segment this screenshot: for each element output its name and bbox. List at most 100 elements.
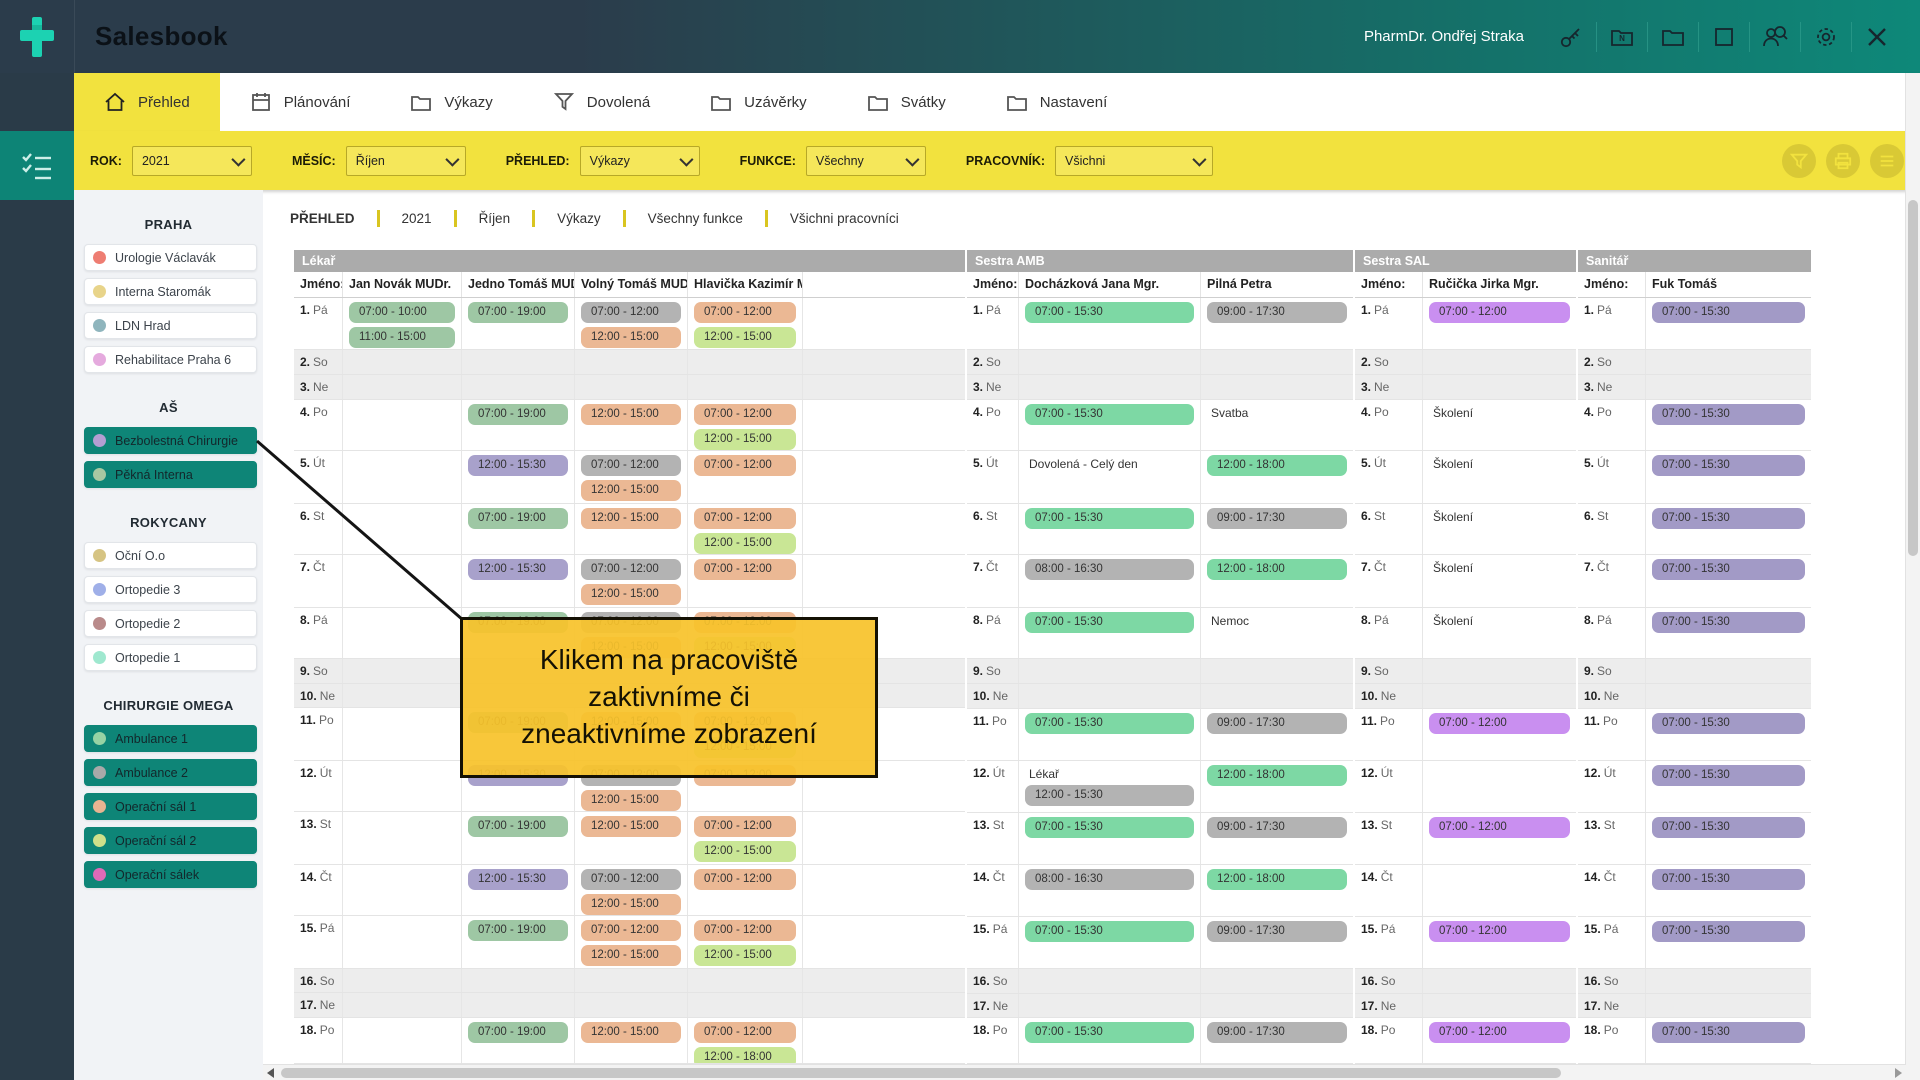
shift-chip[interactable]: 12:00 - 15:00 bbox=[694, 533, 796, 554]
shift-chip[interactable]: 07:00 - 12:00 bbox=[1429, 302, 1570, 323]
frame-icon[interactable] bbox=[1709, 22, 1739, 52]
shift-chip[interactable]: 12:00 - 15:00 bbox=[694, 841, 796, 862]
shift-chip[interactable]: 07:00 - 12:00 bbox=[694, 404, 796, 425]
shift-chip[interactable]: 12:00 - 15:00 bbox=[581, 327, 681, 348]
shift-chip[interactable]: 07:00 - 19:00 bbox=[468, 1022, 568, 1043]
shift-chip[interactable]: 07:00 - 10:00 bbox=[349, 302, 455, 323]
filter-select-mesic[interactable]: Říjen bbox=[346, 146, 466, 176]
shift-chip[interactable]: 07:00 - 15:30 bbox=[1025, 921, 1194, 942]
shift-chip[interactable]: 12:00 - 15:00 bbox=[694, 945, 796, 966]
filter-icon[interactable] bbox=[1782, 144, 1816, 178]
shift-chip[interactable]: 07:00 - 15:30 bbox=[1652, 869, 1805, 890]
shift-chip[interactable]: 07:00 - 15:30 bbox=[1025, 817, 1194, 838]
menu-icon[interactable] bbox=[1870, 144, 1904, 178]
shift-chip[interactable]: 07:00 - 12:00 bbox=[1429, 713, 1570, 734]
sidebar-item-ambulance-1[interactable]: Ambulance 1 bbox=[84, 725, 257, 752]
shift-chip[interactable]: 12:00 - 15:30 bbox=[1025, 785, 1194, 806]
shift-chip[interactable]: 07:00 - 15:30 bbox=[1652, 612, 1805, 633]
shift-chip[interactable]: 12:00 - 15:00 bbox=[581, 1022, 681, 1043]
shift-chip[interactable]: 12:00 - 15:00 bbox=[581, 584, 681, 605]
shift-chip[interactable]: 12:00 - 18:00 bbox=[1207, 559, 1347, 580]
shift-chip[interactable]: 07:00 - 12:00 bbox=[581, 455, 681, 476]
shift-chip[interactable]: 07:00 - 19:00 bbox=[468, 404, 568, 425]
user-search-icon[interactable] bbox=[1760, 22, 1790, 52]
shift-chip[interactable]: 12:00 - 15:00 bbox=[581, 508, 681, 529]
shift-chip[interactable]: 07:00 - 19:00 bbox=[468, 920, 568, 941]
filter-select-rok[interactable]: 2021 bbox=[132, 146, 252, 176]
checklist-icon[interactable] bbox=[0, 131, 74, 200]
shift-chip[interactable]: 12:00 - 15:00 bbox=[581, 404, 681, 425]
filter-select-funkce[interactable]: Všechny bbox=[806, 146, 926, 176]
shift-chip[interactable]: 07:00 - 15:30 bbox=[1652, 508, 1805, 529]
shift-chip[interactable]: 07:00 - 15:30 bbox=[1025, 612, 1194, 633]
shift-chip[interactable]: 07:00 - 12:00 bbox=[694, 559, 796, 580]
shift-chip[interactable]: 07:00 - 15:30 bbox=[1652, 455, 1805, 476]
sidebar-item-operacni-sal-1[interactable]: Operační sál 1 bbox=[84, 793, 257, 820]
tab-planovani[interactable]: Plánování bbox=[220, 73, 381, 131]
shift-chip[interactable]: 09:00 - 17:30 bbox=[1207, 817, 1347, 838]
shift-chip[interactable]: 07:00 - 19:00 bbox=[468, 302, 568, 323]
shift-chip[interactable]: 07:00 - 12:00 bbox=[581, 920, 681, 941]
shift-chip[interactable]: 07:00 - 15:30 bbox=[1652, 921, 1805, 942]
horizontal-scrollbar-thumb[interactable] bbox=[281, 1068, 1561, 1078]
shift-chip[interactable]: 12:00 - 15:00 bbox=[694, 429, 796, 450]
shift-chip[interactable]: 07:00 - 15:30 bbox=[1025, 508, 1194, 529]
sidebar-item-operacni-salek[interactable]: Operační sálek bbox=[84, 861, 257, 888]
vertical-scrollbar-thumb[interactable] bbox=[1908, 200, 1918, 556]
shift-chip[interactable]: 07:00 - 12:00 bbox=[581, 559, 681, 580]
shift-chip[interactable]: 07:00 - 15:30 bbox=[1025, 1022, 1194, 1043]
shift-chip[interactable]: 07:00 - 12:00 bbox=[694, 920, 796, 941]
tab-vykazy[interactable]: Výkazy bbox=[380, 73, 522, 131]
shift-chip[interactable]: 12:00 - 15:00 bbox=[694, 327, 796, 348]
shift-chip[interactable]: 07:00 - 15:30 bbox=[1652, 302, 1805, 323]
sidebar-item-ambulance-2[interactable]: Ambulance 2 bbox=[84, 759, 257, 786]
sidebar-item-bezbolestna-chirurgie[interactable]: Bezbolestná Chirurgie bbox=[84, 427, 257, 454]
shift-chip[interactable]: 12:00 - 15:00 bbox=[581, 894, 681, 915]
shift-chip[interactable]: 12:00 - 18:00 bbox=[694, 1047, 796, 1063]
shift-chip[interactable]: 12:00 - 15:30 bbox=[468, 869, 568, 890]
tab-svatky[interactable]: Svátky bbox=[837, 73, 976, 131]
shift-chip[interactable]: 07:00 - 12:00 bbox=[694, 816, 796, 837]
sidebar-item-operacni-sal-2[interactable]: Operační sál 2 bbox=[84, 827, 257, 854]
close-icon[interactable] bbox=[1862, 22, 1892, 52]
shift-chip[interactable]: 07:00 - 12:00 bbox=[694, 1022, 796, 1043]
sidebar-item-urologie-vaclavak[interactable]: Urologie Václavák bbox=[84, 244, 257, 271]
shift-chip[interactable]: 07:00 - 12:00 bbox=[1429, 921, 1570, 942]
shift-chip[interactable]: 07:00 - 15:30 bbox=[1652, 559, 1805, 580]
folder-n-icon[interactable]: N bbox=[1607, 22, 1637, 52]
shift-chip[interactable]: 08:00 - 16:30 bbox=[1025, 559, 1194, 580]
shift-chip[interactable]: 09:00 - 17:30 bbox=[1207, 508, 1347, 529]
settings-icon[interactable] bbox=[1811, 22, 1841, 52]
scroll-right-arrow[interactable] bbox=[1895, 1068, 1902, 1078]
shift-chip[interactable]: 07:00 - 15:30 bbox=[1652, 1022, 1805, 1043]
shift-chip[interactable]: 07:00 - 15:30 bbox=[1652, 765, 1805, 786]
shift-chip[interactable]: 07:00 - 12:00 bbox=[694, 455, 796, 476]
sidebar-item-ocni-o-o[interactable]: Oční O.o bbox=[84, 542, 257, 569]
shift-chip[interactable]: 12:00 - 15:30 bbox=[468, 559, 568, 580]
shift-chip[interactable]: 07:00 - 12:00 bbox=[1429, 1022, 1570, 1043]
sidebar-item-ortopedie-1[interactable]: Ortopedie 1 bbox=[84, 644, 257, 671]
shift-chip[interactable]: 12:00 - 18:00 bbox=[1207, 455, 1347, 476]
shift-chip[interactable]: 12:00 - 18:00 bbox=[1207, 765, 1347, 786]
shift-chip[interactable]: 09:00 - 17:30 bbox=[1207, 1022, 1347, 1043]
shift-chip[interactable]: 07:00 - 19:00 bbox=[468, 816, 568, 837]
shift-chip[interactable]: 07:00 - 15:30 bbox=[1652, 713, 1805, 734]
shift-chip[interactable]: 12:00 - 15:00 bbox=[581, 790, 681, 811]
sidebar-item-ortopedie-3[interactable]: Ortopedie 3 bbox=[84, 576, 257, 603]
key-icon[interactable] bbox=[1556, 22, 1586, 52]
sidebar-item-rehabilitace-praha-6[interactable]: Rehabilitace Praha 6 bbox=[84, 346, 257, 373]
vertical-scrollbar[interactable] bbox=[1905, 73, 1920, 1080]
shift-chip[interactable]: 09:00 - 17:30 bbox=[1207, 713, 1347, 734]
shift-chip[interactable]: 07:00 - 12:00 bbox=[694, 302, 796, 323]
scroll-left-arrow[interactable] bbox=[267, 1068, 274, 1078]
shift-chip[interactable]: 07:00 - 12:00 bbox=[581, 302, 681, 323]
shift-chip[interactable]: 07:00 - 15:30 bbox=[1025, 404, 1194, 425]
shift-chip[interactable]: 12:00 - 15:00 bbox=[581, 480, 681, 501]
tab-nastaveni[interactable]: Nastavení bbox=[976, 73, 1138, 131]
shift-chip[interactable]: 07:00 - 12:00 bbox=[694, 508, 796, 529]
print-icon[interactable] bbox=[1826, 144, 1860, 178]
shift-chip[interactable]: 07:00 - 19:00 bbox=[468, 508, 568, 529]
shift-chip[interactable]: 12:00 - 18:00 bbox=[1207, 869, 1347, 890]
shift-chip[interactable]: 07:00 - 12:00 bbox=[1429, 817, 1570, 838]
shift-chip[interactable]: 12:00 - 15:00 bbox=[581, 816, 681, 837]
